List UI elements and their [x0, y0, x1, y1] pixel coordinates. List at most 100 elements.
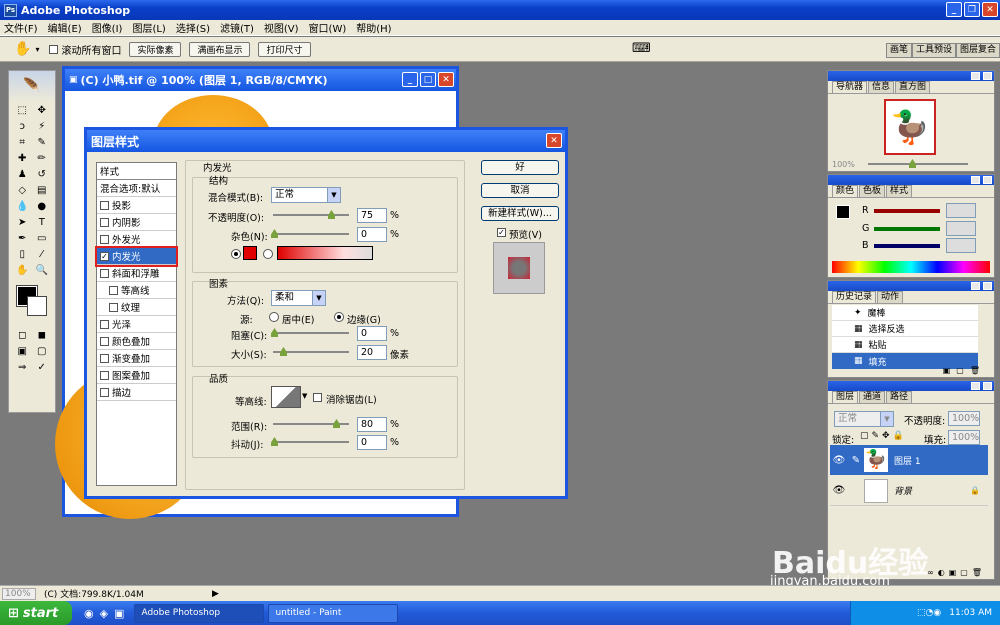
range-slider[interactable]: [273, 419, 349, 428]
navigator-close-icon[interactable]: [983, 72, 992, 80]
opacity-input[interactable]: 75: [357, 208, 387, 223]
layers-minimize-icon[interactable]: [971, 382, 980, 390]
style-inner-shadow[interactable]: 内阴影: [97, 214, 176, 231]
history-item[interactable]: ▦ 选择反选: [832, 321, 978, 337]
channel-b-slider[interactable]: [874, 244, 940, 248]
actual-pixels-button[interactable]: 实际像素: [129, 41, 182, 57]
well-tab-brushes[interactable]: 画笔: [885, 43, 912, 58]
layer-visibility-eye-icon[interactable]: 👁: [830, 485, 848, 496]
move-tool-icon[interactable]: ✥: [33, 103, 52, 118]
tab-actions[interactable]: 动作: [877, 291, 904, 303]
quick-launch-icons[interactable]: ◉◈▣: [84, 607, 130, 620]
pen-tool-icon[interactable]: ✒: [13, 231, 32, 246]
style-color-overlay[interactable]: 颜色叠加: [97, 333, 176, 350]
fit-screen-button[interactable]: 满画布显示: [189, 41, 251, 57]
standard-mode-icon[interactable]: ◻: [13, 328, 32, 343]
channel-b-input[interactable]: [946, 238, 976, 253]
layer-blend-mode-select[interactable]: 正常 ▼: [834, 411, 894, 427]
navigator-zoom[interactable]: 100%: [832, 160, 855, 169]
eraser-tool-icon[interactable]: ◇: [13, 183, 32, 198]
history-item[interactable]: ✦ 魔棒: [832, 305, 978, 321]
fill-input[interactable]: 100%: [948, 430, 980, 445]
new-style-button[interactable]: 新建样式(W)...: [481, 206, 559, 221]
menu-edit[interactable]: 编辑(E): [48, 20, 82, 35]
gradient-radio[interactable]: [263, 249, 273, 259]
menu-file[interactable]: 文件(F): [4, 20, 38, 35]
menu-select[interactable]: 选择(S): [176, 20, 210, 35]
tab-layers[interactable]: 图层: [832, 391, 859, 403]
restore-button[interactable]: ❐: [964, 2, 980, 17]
color-swatches[interactable]: [13, 284, 51, 322]
style-texture[interactable]: 纹理: [97, 299, 176, 316]
lock-icons[interactable]: ▢✎✥🔒: [860, 431, 907, 441]
channel-r-slider[interactable]: [874, 209, 940, 213]
tab-histogram[interactable]: 直方图: [895, 81, 931, 93]
blend-mode-select[interactable]: 正常 ▼: [271, 187, 341, 203]
navigator-minimize-icon[interactable]: [971, 72, 980, 80]
jitter-slider[interactable]: [271, 437, 349, 446]
print-size-button[interactable]: 打印尺寸: [258, 41, 311, 57]
color-close-icon[interactable]: [983, 176, 992, 184]
eyedropper-tool-icon[interactable]: ⁄: [33, 247, 52, 262]
shape-tool-icon[interactable]: ▭: [33, 231, 52, 246]
background-color[interactable]: [27, 296, 47, 316]
glow-color-swatch[interactable]: [243, 246, 257, 260]
doc-minimize-button[interactable]: _: [402, 72, 418, 87]
dodge-tool-icon[interactable]: ●: [33, 199, 52, 214]
tab-swatches[interactable]: 色板: [859, 185, 886, 197]
cancel-button[interactable]: 取消: [481, 183, 559, 198]
navigator-zoom-slider[interactable]: [868, 159, 968, 168]
navigator-thumbnail[interactable]: 🦆: [884, 99, 936, 155]
path-select-tool-icon[interactable]: ➤: [13, 215, 32, 230]
layers-close-icon[interactable]: [983, 382, 992, 390]
style-bevel-emboss[interactable]: 斜面和浮雕: [97, 265, 176, 282]
jitter-input[interactable]: 0: [357, 435, 387, 450]
gradient-tool-icon[interactable]: ▤: [33, 183, 52, 198]
tab-info[interactable]: 信息: [868, 81, 895, 93]
range-input[interactable]: 80: [357, 417, 387, 432]
stamp-tool-icon[interactable]: ♟: [13, 167, 32, 182]
type-tool-icon[interactable]: T: [33, 215, 52, 230]
style-outer-glow[interactable]: 外发光: [97, 231, 176, 248]
close-button[interactable]: ✕: [982, 2, 998, 17]
marquee-tool-icon[interactable]: ⬚: [13, 103, 32, 118]
menu-view[interactable]: 视图(V): [264, 20, 299, 35]
crop-tool-icon[interactable]: ⌗: [13, 135, 32, 150]
well-tab-tool-presets[interactable]: 工具预设: [911, 43, 956, 58]
source-center-radio[interactable]: [269, 312, 279, 322]
tab-history[interactable]: 历史记录: [832, 291, 877, 303]
channel-g-input[interactable]: [946, 221, 976, 236]
choke-slider[interactable]: [271, 328, 349, 337]
method-select[interactable]: 柔和 ▼: [271, 290, 326, 306]
style-pattern-overlay[interactable]: 图案叠加: [97, 367, 176, 384]
size-input[interactable]: 20: [357, 345, 387, 360]
color-spectrum[interactable]: [832, 261, 990, 273]
layer-row-background[interactable]: 👁 背景 🔒: [830, 476, 988, 506]
ok-button[interactable]: 好: [481, 160, 559, 175]
opacity-slider[interactable]: [273, 210, 349, 219]
magic-wand-tool-icon[interactable]: ⚡: [33, 119, 52, 134]
style-list-header[interactable]: 样式: [97, 163, 176, 180]
task-paint[interactable]: untitled - Paint: [268, 603, 399, 623]
tab-color[interactable]: 颜色: [832, 185, 859, 197]
jump-icon[interactable]: ✓: [33, 360, 52, 375]
tab-channels[interactable]: 通道: [859, 391, 886, 403]
slice-tool-icon[interactable]: ✎: [33, 135, 52, 150]
channel-g-slider[interactable]: [874, 227, 940, 231]
layer-row-layer1[interactable]: 👁 ✎ 🦆 图层 1: [830, 445, 988, 475]
style-gradient-overlay[interactable]: 渐变叠加: [97, 350, 176, 367]
history-panel-buttons[interactable]: ▣▢🗑: [943, 366, 986, 375]
menu-filter[interactable]: 滤镜(T): [220, 20, 254, 35]
style-blending-options[interactable]: 混合选项:默认: [97, 180, 176, 197]
style-satin[interactable]: 光泽: [97, 316, 176, 333]
notes-tool-icon[interactable]: ▯: [13, 247, 32, 262]
scroll-all-checkbox[interactable]: [49, 44, 59, 54]
noise-slider[interactable]: [271, 229, 349, 238]
contour-picker[interactable]: [271, 386, 301, 408]
doc-maximize-button[interactable]: □: [420, 72, 436, 87]
size-slider[interactable]: [273, 347, 349, 356]
contour-dropdown-icon[interactable]: ▼: [302, 392, 307, 400]
color-minimize-icon[interactable]: [971, 176, 980, 184]
well-tab-layer-comps[interactable]: 图层复合: [955, 43, 1000, 58]
status-menu-arrow-icon[interactable]: ▶: [212, 589, 219, 599]
